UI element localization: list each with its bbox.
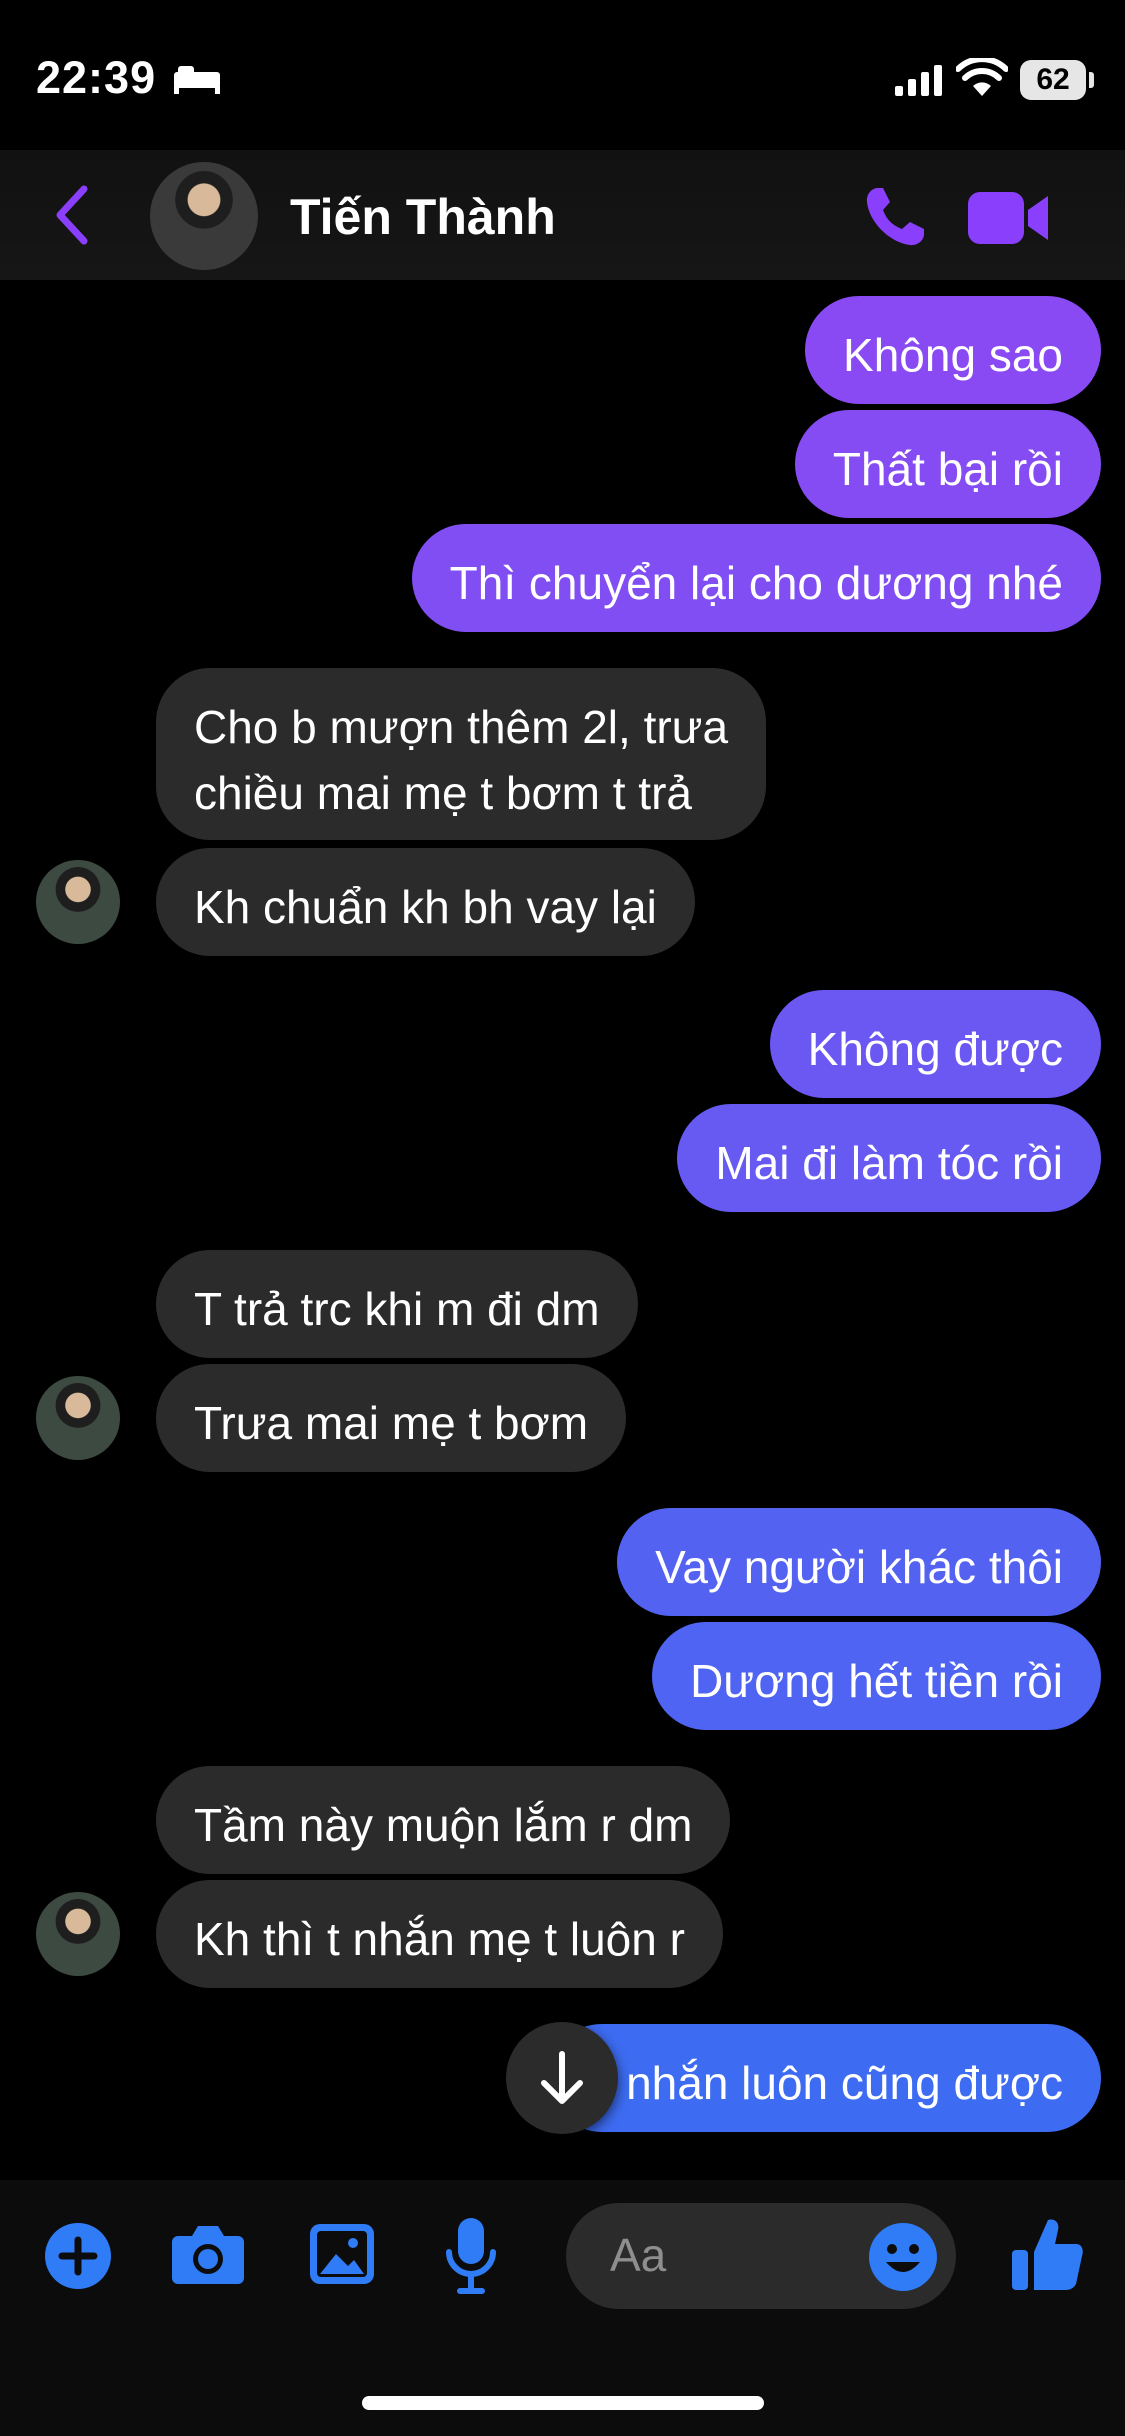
sent-message-bubble[interactable]: T nhắn luôn cũng được xyxy=(548,2024,1101,2132)
received-message-bubble[interactable]: Kh chuẩn kh bh vay lại xyxy=(156,848,695,956)
sender-avatar[interactable] xyxy=(36,1892,120,1976)
received-message-bubble[interactable]: Cho b mượn thêm 2l, trưa chiều mai mẹ t … xyxy=(156,668,767,840)
contact-avatar[interactable] xyxy=(150,162,258,270)
phone-icon[interactable] xyxy=(860,182,930,252)
received-message-bubble[interactable]: Kh thì t nhắn mẹ t luôn r xyxy=(156,1880,723,1988)
sent-message-bubble[interactable]: Vay người khác thôi xyxy=(617,1508,1101,1616)
received-message-bubble[interactable]: Trưa mai mẹ t bơm xyxy=(156,1364,627,1472)
home-indicator xyxy=(362,2396,764,2410)
contact-name[interactable]: Tiến Thành xyxy=(290,188,556,246)
wifi-icon xyxy=(956,58,1008,96)
sent-message-bubble[interactable]: Thì chuyển lại cho dương nhé xyxy=(411,524,1101,632)
received-message-bubble[interactable]: T trả trc khi m đi dm xyxy=(156,1250,638,1358)
back-chevron-icon[interactable] xyxy=(52,183,92,247)
status-bar: 22:39 62 xyxy=(0,0,1125,150)
sent-message-bubble[interactable]: Mai đi làm tóc rồi xyxy=(677,1104,1101,1212)
camera-icon[interactable] xyxy=(170,2222,246,2286)
sent-message-bubble[interactable]: Không được xyxy=(769,990,1101,1098)
plus-icon[interactable] xyxy=(44,2222,112,2290)
emoji-icon[interactable] xyxy=(868,2222,938,2292)
arrow-down-icon xyxy=(541,2051,583,2104)
sender-avatar[interactable] xyxy=(36,860,120,944)
sender-avatar[interactable] xyxy=(36,1376,120,1460)
received-message-bubble[interactable]: Tầm này muộn lắm r dm xyxy=(156,1766,731,1874)
battery-tip xyxy=(1089,72,1094,88)
message-input-placeholder: Aa xyxy=(610,2229,667,2281)
video-icon[interactable] xyxy=(968,190,1050,246)
cellular-signal-icon xyxy=(895,65,942,96)
battery-level: 62 xyxy=(1020,60,1086,100)
sleep-focus-icon xyxy=(174,66,220,94)
sent-message-bubble[interactable]: Không sao xyxy=(805,296,1101,404)
scroll-to-bottom-button[interactable] xyxy=(506,2022,618,2134)
sent-message-bubble[interactable]: Dương hết tiền rồi xyxy=(652,1622,1101,1730)
status-time: 22:39 xyxy=(36,52,157,103)
gallery-icon[interactable] xyxy=(308,2222,376,2286)
microphone-icon[interactable] xyxy=(444,2216,498,2296)
sent-message-bubble[interactable]: Thất bại rồi xyxy=(794,410,1101,518)
thumbs-up-icon[interactable] xyxy=(1010,2214,1084,2292)
